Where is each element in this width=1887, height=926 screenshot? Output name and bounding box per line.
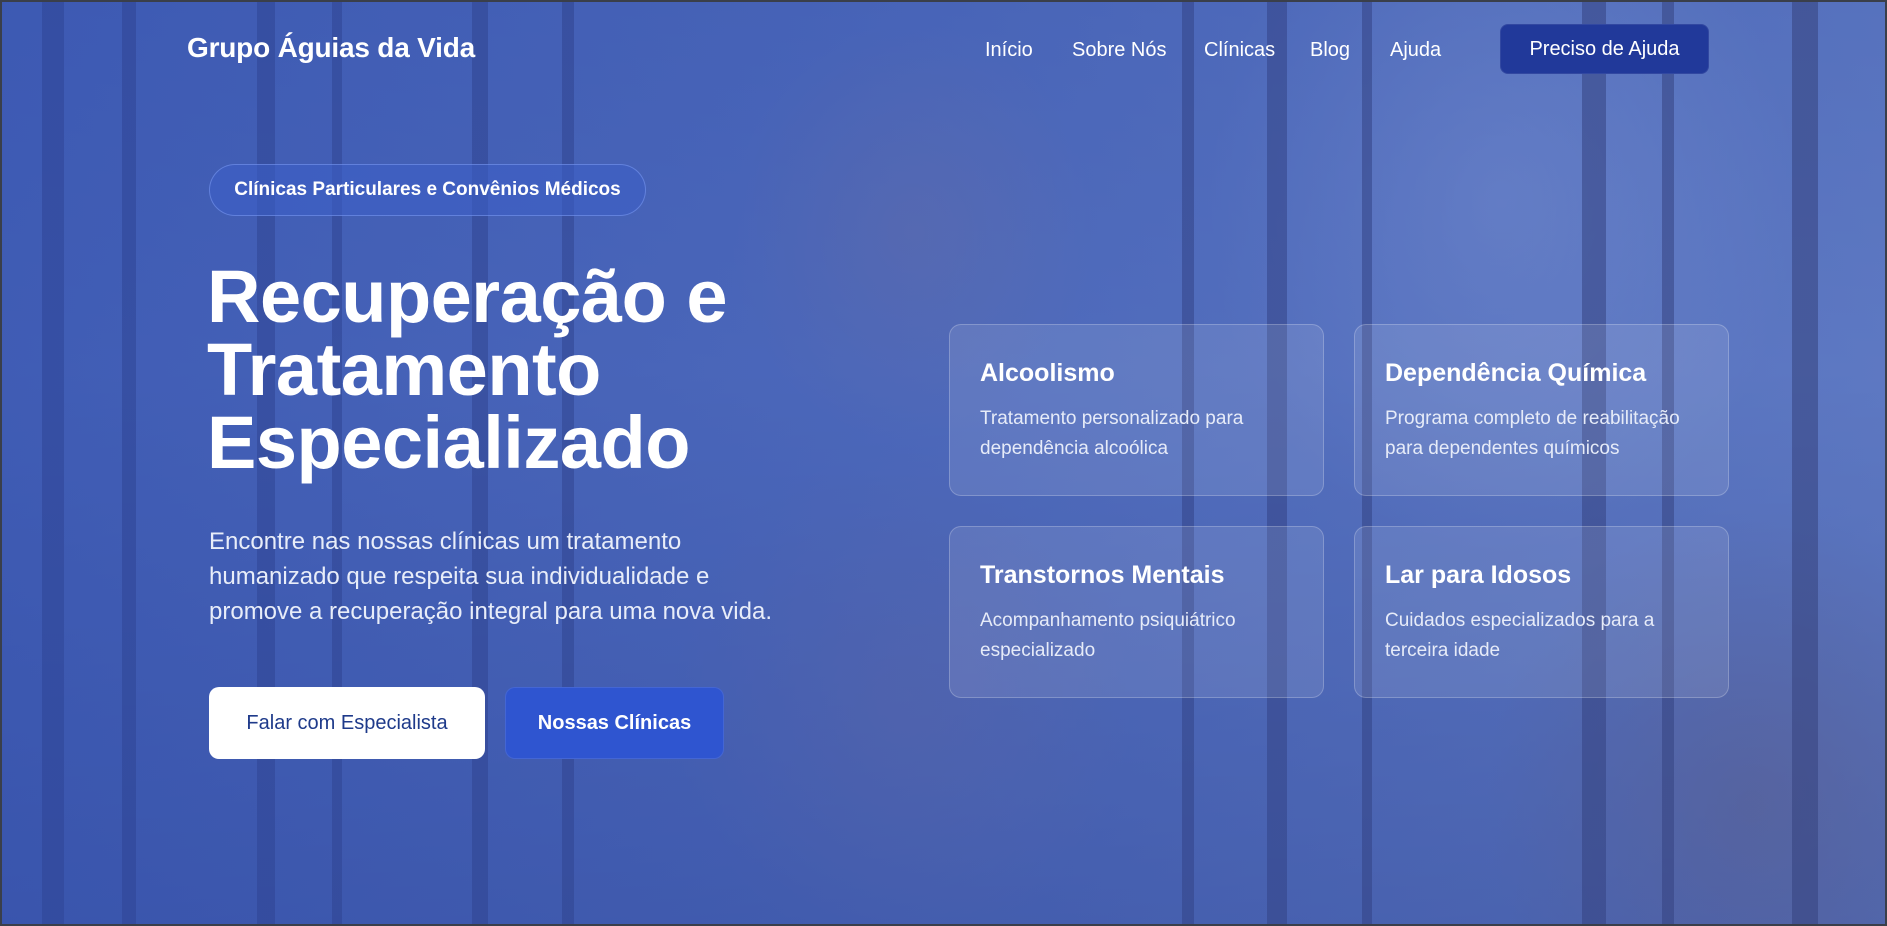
description-line: Acompanhamento psiquiátrico [980,610,1236,631]
nav-ajuda[interactable]: Ajuda [1390,39,1441,62]
description-line: dependência alcoólica [980,438,1169,459]
nav-clinicas[interactable]: Clínicas [1204,39,1275,62]
description-line: especializado [980,640,1096,661]
brand-logo[interactable]: Grupo Águias da Vida [187,32,475,64]
headline-line: Especializado [207,401,690,484]
service-card-alcoolismo[interactable]: Alcoolismo Tratamento personalizado para… [949,324,1324,496]
description-line: terceira idade [1385,640,1501,661]
service-card-description: Programa completo de reabilitação para d… [1385,404,1698,464]
service-card-title: Alcoolismo [980,359,1115,387]
description-line: Cuidados especializados para a [1385,610,1655,631]
service-card-lar-para-idosos[interactable]: Lar para Idosos Cuidados especializados … [1354,526,1729,698]
service-card-title: Dependência Química [1385,359,1647,387]
nossas-clinicas-button[interactable]: Nossas Clínicas [505,687,724,759]
falar-com-especialista-button[interactable]: Falar com Especialista [209,687,485,759]
hero-section: Grupo Águias da Vida Início Sobre Nós Cl… [0,0,1887,926]
preciso-de-ajuda-button[interactable]: Preciso de Ajuda [1500,24,1709,74]
description-line: Programa completo de reabilitação [1385,408,1680,429]
service-card-description: Cuidados especializados para a terceira … [1385,606,1698,666]
hero-headline: Recuperação e Tratamento Especializado [207,255,827,484]
service-card-description: Tratamento personalizado para dependênci… [980,404,1293,464]
headline-line: Recuperação e [207,255,728,338]
service-card-title: Lar para Idosos [1385,561,1572,589]
headline-line: Tratamento [207,328,601,411]
service-card-dependencia-quimica[interactable]: Dependência Química Programa completo de… [1354,324,1729,496]
subtext-line: Encontre nas nossas clínicas um tratamen… [209,528,682,555]
service-card-transtornos-mentais[interactable]: Transtornos Mentais Acompanhamento psiqu… [949,526,1324,698]
nav-inicio[interactable]: Início [985,39,1033,62]
subtext-line: humanizado que respeita sua individualid… [209,563,710,590]
description-line: Tratamento personalizado para [980,408,1244,429]
description-line: para dependentes químicos [1385,438,1620,459]
service-card-description: Acompanhamento psiquiátrico especializad… [980,606,1293,666]
service-card-title: Transtornos Mentais [980,561,1225,589]
nav-blog[interactable]: Blog [1310,39,1350,62]
hero-badge: Clínicas Particulares e Convênios Médico… [209,164,646,216]
nav-sobre-nos[interactable]: Sobre Nós [1072,39,1167,62]
hero-subtext: Encontre nas nossas clínicas um tratamen… [209,524,829,629]
subtext-line: promove a recuperação integral para uma … [209,598,772,625]
